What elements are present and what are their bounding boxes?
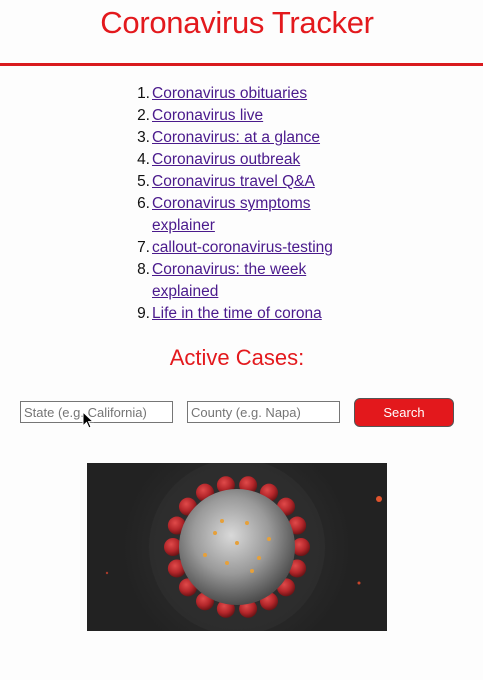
link-coronavirus-symptoms-explainer[interactable]: Coronavirus symptoms explainer (152, 195, 311, 234)
list-item: 3. Coronavirus: at a glance (137, 127, 352, 149)
list-item: 7. callout-coronavirus-testing (137, 237, 352, 259)
list-number: 9. (137, 305, 150, 322)
link-coronavirus-obituaries[interactable]: Coronavirus obituaries (152, 85, 307, 102)
link-callout-coronavirus-testing[interactable]: callout-coronavirus-testing (152, 239, 333, 256)
list-item: 9. Life in the time of corona (137, 303, 352, 325)
news-link-list: 1. Coronavirus obituaries 2. Coronavirus l… (137, 83, 352, 325)
active-cases-heading: Active Cases: (169, 345, 305, 370)
list-number: 4. (137, 151, 150, 168)
list-number: 5. (137, 173, 150, 190)
mouse-pointer-icon (82, 411, 94, 429)
list-item: 8. Coronavirus: the week explained (137, 259, 352, 303)
list-item: 1. Coronavirus obituaries (137, 83, 352, 105)
county-input[interactable] (187, 401, 340, 423)
list-item: 5. Coronavirus travel Q&A (137, 171, 352, 193)
link-coronavirus-at-a-glance[interactable]: Coronavirus: at a glance (152, 129, 320, 146)
link-coronavirus-outbreak[interactable]: Coronavirus outbreak (152, 151, 300, 168)
list-number: 2. (137, 107, 150, 124)
page: Coronavirus Tracker 1. Coronavirus obitua… (0, 0, 483, 680)
link-coronavirus-travel-qa[interactable]: Coronavirus travel Q&A (152, 173, 315, 190)
list-item: 4. Coronavirus outbreak (137, 149, 352, 171)
link-coronavirus-live[interactable]: Coronavirus live (152, 107, 263, 124)
state-input[interactable] (20, 401, 173, 423)
link-coronavirus-week-explained[interactable]: Coronavirus: the week explained (152, 261, 306, 300)
list-number: 6. (137, 195, 150, 212)
list-number: 7. (137, 239, 150, 256)
list-item: 6. Coronavirus symptoms explainer (137, 193, 352, 237)
page-title: Coronavirus Tracker (100, 5, 374, 40)
link-life-in-the-time-of-corona[interactable]: Life in the time of corona (152, 305, 322, 322)
search-button[interactable]: Search (354, 398, 454, 427)
header-divider (0, 63, 483, 66)
coronavirus-image (87, 463, 387, 631)
list-item: 2. Coronavirus live (137, 105, 352, 127)
coronavirus-icon (87, 463, 387, 631)
list-number: 8. (137, 261, 150, 278)
list-number: 1. (137, 85, 150, 102)
list-number: 3. (137, 129, 150, 146)
